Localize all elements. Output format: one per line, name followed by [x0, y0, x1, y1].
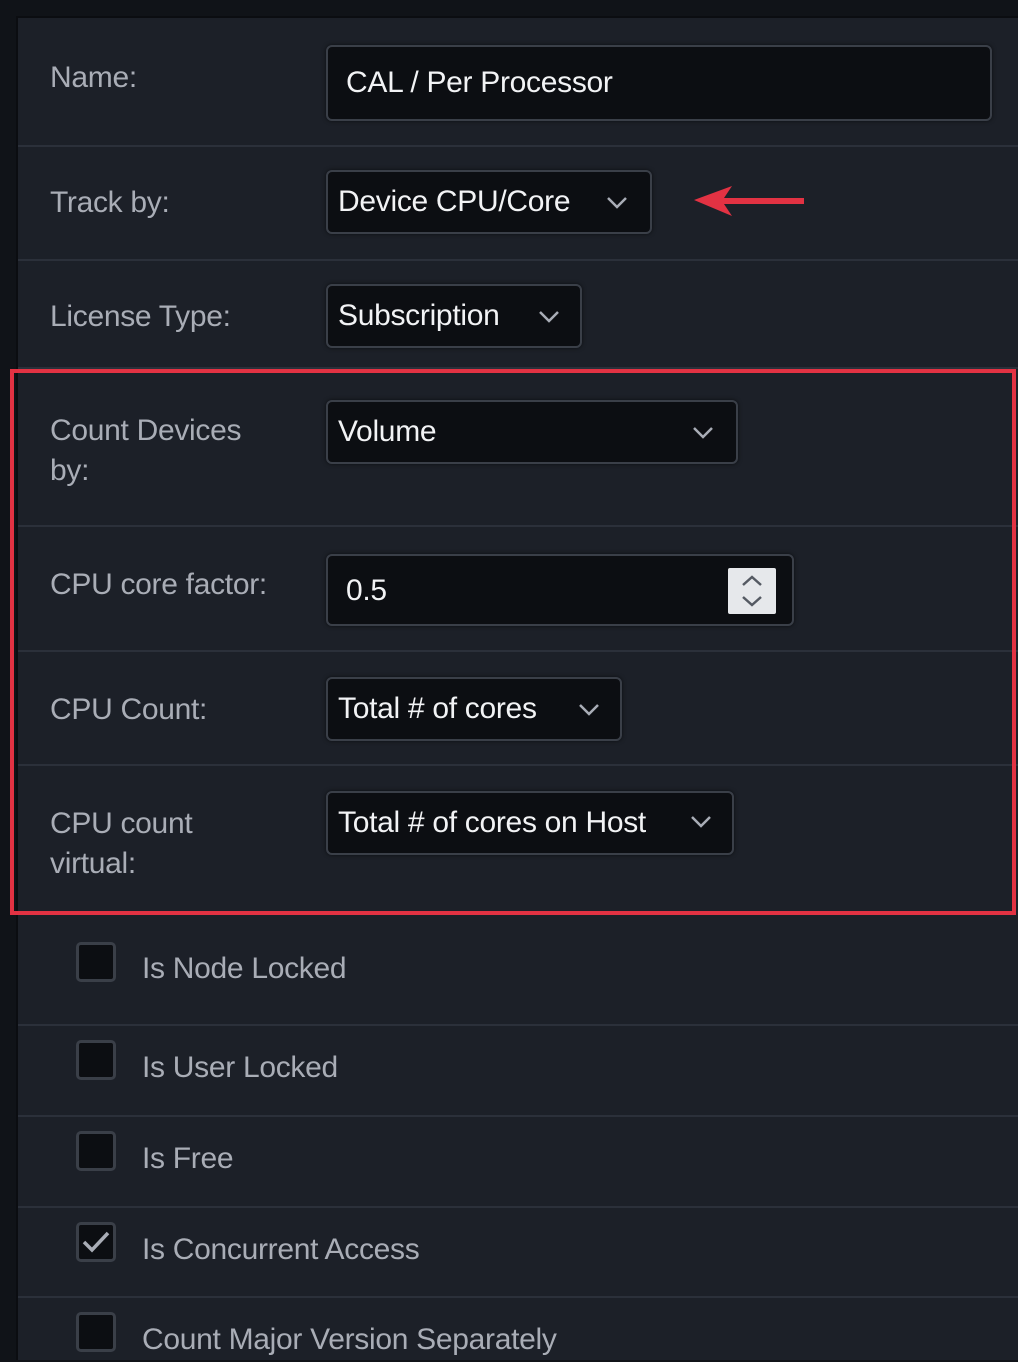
count-devices-by-select[interactable]: Volume — [326, 400, 738, 464]
count-devices-by-label-line2: by: — [50, 454, 90, 487]
cpu-count-virtual-value: Total # of cores on Host — [338, 806, 646, 839]
checkbox-row-concurrent-access: Is Concurrent Access — [18, 1208, 1018, 1298]
cpu-count-row: CPU Count: Total # of cores — [18, 652, 1018, 766]
track-by-label: Track by: — [50, 186, 170, 219]
is-node-locked-label[interactable]: Is Node Locked — [142, 949, 347, 989]
checkbox-row-free: Is Free — [18, 1117, 1018, 1208]
is-free-label[interactable]: Is Free — [142, 1139, 234, 1179]
chevron-down-icon — [692, 426, 714, 440]
track-by-select[interactable]: Device CPU/Core — [326, 170, 652, 234]
cpu-count-virtual-label-line1: CPU count — [50, 807, 193, 840]
cpu-count-virtual-label-line2: virtual: — [50, 847, 136, 880]
checkbox-row-node-locked: Is Node Locked — [18, 917, 1018, 1026]
cpu-count-select[interactable]: Total # of cores — [326, 677, 622, 741]
cpu-count-virtual-label: CPU count virtual: — [50, 804, 193, 884]
is-user-locked-label[interactable]: Is User Locked — [142, 1048, 338, 1088]
is-node-locked-checkbox[interactable] — [76, 942, 116, 982]
cpu-core-factor-value: 0.5 — [346, 574, 387, 607]
cpu-count-virtual-row: CPU count virtual: Total # of cores on H… — [18, 766, 1018, 917]
cpu-count-virtual-select[interactable]: Total # of cores on Host — [326, 791, 734, 855]
chevron-down-icon — [578, 703, 600, 717]
cpu-core-factor-input[interactable]: 0.5 — [326, 554, 794, 626]
cpu-core-factor-label: CPU core factor: — [50, 568, 267, 601]
checkbox-row-user-locked: Is User Locked — [18, 1026, 1018, 1117]
count-devices-by-row: Count Devices by: Volume — [18, 369, 1018, 527]
chevron-down-icon — [690, 815, 712, 829]
count-major-version-checkbox[interactable] — [76, 1312, 116, 1352]
is-user-locked-checkbox[interactable] — [76, 1040, 116, 1080]
count-devices-by-value: Volume — [338, 415, 437, 448]
count-devices-by-label-line1: Count Devices — [50, 414, 242, 447]
is-free-checkbox[interactable] — [76, 1131, 116, 1171]
is-concurrent-access-label[interactable]: Is Concurrent Access — [142, 1230, 420, 1270]
license-type-label: License Type: — [50, 300, 231, 333]
track-by-row: Track by: Device CPU/Core — [18, 147, 1018, 261]
chevron-down-icon — [606, 196, 628, 210]
name-row: Name: CAL / Per Processor — [18, 18, 1018, 147]
license-type-row: License Type: Subscription — [18, 261, 1018, 369]
checkmark-icon — [82, 1231, 110, 1253]
checkbox-row-major-version: Count Major Version Separately — [18, 1298, 1018, 1362]
track-by-value: Device CPU/Core — [338, 185, 571, 218]
name-input-value: CAL / Per Processor — [346, 66, 613, 99]
license-form-panel: Name: CAL / Per Processor Track by: Devi… — [16, 16, 1018, 1360]
arrow-left-icon — [692, 184, 806, 218]
window-background: Name: CAL / Per Processor Track by: Devi… — [0, 0, 1018, 1360]
count-major-version-label[interactable]: Count Major Version Separately — [142, 1320, 557, 1360]
spinner-arrows-icon[interactable] — [728, 568, 776, 614]
name-input[interactable]: CAL / Per Processor — [326, 45, 992, 121]
license-type-select[interactable]: Subscription — [326, 284, 582, 348]
license-type-value: Subscription — [338, 299, 500, 332]
cpu-count-label: CPU Count: — [50, 693, 208, 726]
count-devices-by-label: Count Devices by: — [50, 411, 242, 491]
name-label: Name: — [50, 61, 137, 94]
is-concurrent-access-checkbox[interactable] — [76, 1222, 116, 1262]
cpu-core-factor-row: CPU core factor: 0.5 — [18, 527, 1018, 652]
chevron-down-icon — [538, 310, 560, 324]
cpu-count-value: Total # of cores — [338, 692, 537, 725]
